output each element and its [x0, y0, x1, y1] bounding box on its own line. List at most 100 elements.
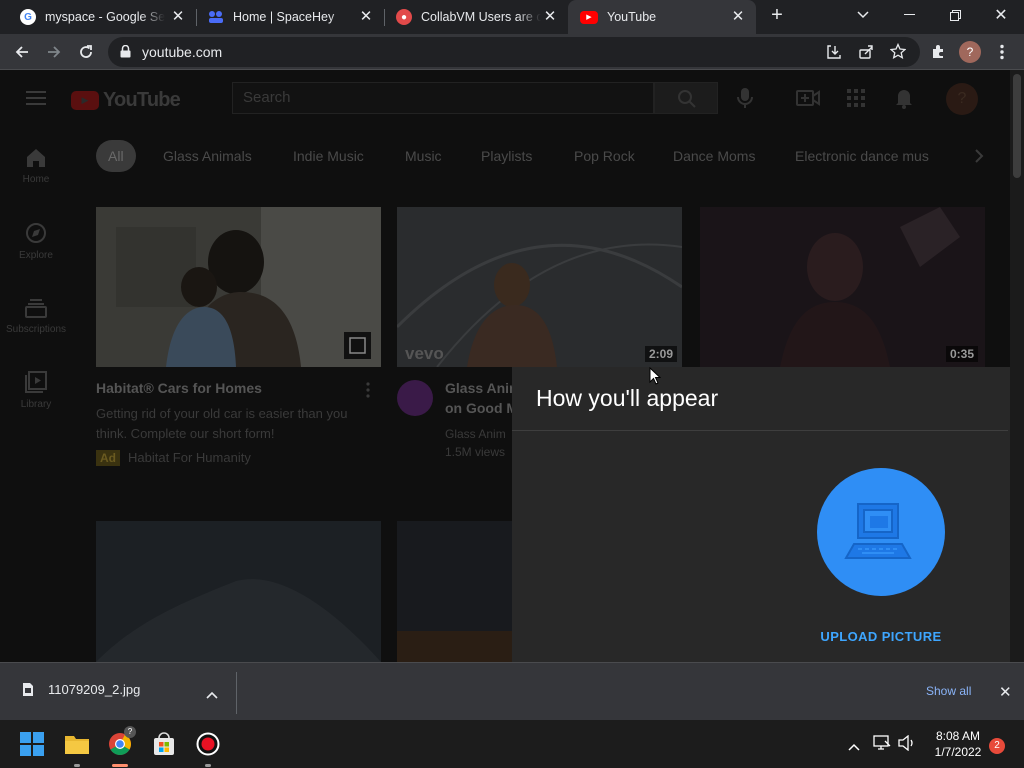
video-thumbnail[interactable] — [96, 207, 381, 367]
video-title[interactable]: Glass Anim — [445, 380, 522, 396]
scrollbar-thumb[interactable] — [1013, 74, 1021, 178]
divider — [236, 672, 237, 714]
sidebar-item-library[interactable]: Library — [0, 371, 72, 410]
store-bag-icon — [154, 732, 174, 755]
tab-title: CollabVM Users are creating — [421, 10, 541, 24]
show-all-button[interactable]: Show all — [926, 684, 971, 698]
channel-avatar[interactable] — [397, 380, 433, 416]
compass-icon — [26, 223, 46, 243]
channel-name[interactable]: Glass Anim — [445, 424, 506, 444]
channel-name[interactable]: Habitat For Humanity — [128, 448, 251, 468]
chip-all[interactable]: All — [96, 140, 136, 172]
view-count: 1.5M views — [445, 445, 506, 459]
chip-indie-music[interactable]: Indie Music — [281, 140, 376, 172]
profile-avatar[interactable]: ? — [956, 38, 984, 66]
tab-spacehey[interactable]: Home | SpaceHey ✕ — [196, 0, 384, 34]
install-icon[interactable] — [826, 44, 842, 65]
sidebar-item-explore[interactable]: Explore — [0, 222, 72, 261]
address-bar[interactable]: youtube.com — [108, 37, 920, 67]
hamburger-menu-icon[interactable] — [26, 90, 46, 111]
sidebar-item-label: Explore — [19, 250, 53, 261]
filter-chips-row: All Glass Animals Indie Music Music Play… — [80, 70, 1010, 182]
tab-search-chevron-icon[interactable] — [840, 0, 886, 30]
system-clock[interactable]: 8:08 AM 1/7/2022 — [928, 728, 988, 760]
video-thumbnail[interactable] — [96, 521, 381, 662]
back-button[interactable] — [8, 38, 36, 66]
tab-google[interactable]: G myspace - Google Search ✕ — [8, 0, 196, 34]
active-app-indicator — [112, 764, 128, 767]
start-button[interactable] — [16, 728, 48, 760]
download-bar: 11079209_2.jpg Show all ✕ — [0, 662, 1024, 720]
microsoft-store-button[interactable] — [148, 728, 180, 760]
windows-logo-icon — [20, 732, 44, 756]
new-tab-button[interactable]: + — [754, 0, 800, 30]
close-icon[interactable]: ✕ — [730, 9, 746, 25]
close-icon[interactable]: ✕ — [542, 9, 558, 25]
chip-electronic-dance-music[interactable]: Electronic dance mus — [783, 140, 933, 172]
file-explorer-button[interactable] — [61, 728, 93, 760]
recorder-app-button[interactable] — [192, 728, 224, 760]
chip-music[interactable]: Music — [393, 140, 454, 172]
close-icon[interactable]: ✕ — [358, 9, 374, 25]
chip-dance-moms[interactable]: Dance Moms — [661, 140, 767, 172]
reload-button[interactable] — [72, 38, 100, 66]
notification-badge[interactable]: 2 — [989, 738, 1005, 754]
close-icon[interactable]: ✕ — [170, 9, 186, 25]
volume-icon[interactable] — [898, 734, 916, 756]
close-icon[interactable]: ✕ — [999, 683, 1012, 701]
close-window-button[interactable]: ✕ — [978, 0, 1024, 30]
extensions-puzzle-icon[interactable] — [924, 38, 952, 66]
ad-badge: Ad — [96, 450, 120, 466]
lock-icon[interactable] — [120, 44, 131, 63]
restore-button[interactable] — [932, 0, 978, 30]
profile-letter: ? — [959, 41, 981, 63]
tab-title: myspace - Google Search — [45, 10, 165, 24]
vevo-badge: vevo — [405, 344, 444, 363]
tab-collabvm[interactable]: ● CollabVM Users are creating ✕ — [384, 0, 568, 34]
sidebar-item-label: Home — [22, 174, 50, 185]
kebab-menu-icon[interactable] — [988, 38, 1016, 66]
video-title[interactable]: on Good M — [445, 400, 518, 416]
upload-picture-button[interactable]: UPLOAD PICTURE — [808, 629, 954, 644]
clock-time: 8:08 AM — [935, 729, 981, 743]
sidebar-item-subscriptions[interactable]: Subscriptions — [0, 298, 72, 335]
chevron-right-icon[interactable] — [974, 148, 984, 169]
subscriptions-icon — [25, 299, 47, 318]
video-title[interactable]: Habitat® Cars for Homes — [96, 380, 262, 396]
sidebar-item-label: Library — [20, 399, 52, 410]
windows-taskbar: ? 8:08 AM 1/7/2022 2 — [0, 720, 1024, 768]
chip-glass-animals[interactable]: Glass Animals — [151, 140, 264, 172]
minimize-button[interactable] — [886, 0, 932, 30]
sidebar-item-label: Subscriptions — [5, 324, 67, 335]
clock-date: 1/7/2022 — [934, 745, 982, 759]
more-options-icon[interactable] — [366, 382, 370, 403]
chevron-up-icon[interactable] — [206, 686, 218, 704]
video-thumbnail[interactable]: vevo — [397, 207, 682, 367]
running-app-indicator — [205, 764, 211, 767]
download-item[interactable]: 11079209_2.jpg — [22, 682, 140, 697]
sidebar-item-home[interactable]: Home — [0, 148, 72, 185]
share-icon[interactable] — [858, 44, 874, 65]
tab-title: Home | SpaceHey — [233, 10, 335, 24]
chip-pop-rock[interactable]: Pop Rock — [562, 140, 647, 172]
bookmark-star-icon[interactable] — [889, 42, 907, 64]
google-icon: G — [20, 9, 36, 25]
file-icon — [23, 683, 33, 696]
video-thumbnail[interactable] — [397, 521, 512, 662]
browser-toolbar: youtube.com ? — [0, 34, 1024, 70]
chrome-profile-badge: ? — [124, 726, 136, 738]
tray-chevron-up-icon[interactable] — [848, 738, 860, 756]
forward-button[interactable] — [40, 38, 68, 66]
chrome-taskbar-button[interactable]: ? — [104, 726, 136, 760]
tab-youtube[interactable]: ▶ YouTube ✕ — [568, 0, 756, 34]
spacehey-icon — [208, 9, 224, 25]
download-filename: 11079209_2.jpg — [48, 682, 141, 697]
network-icon[interactable] — [873, 735, 891, 756]
mouse-cursor-icon — [649, 367, 661, 385]
url-text: youtube.com — [142, 44, 223, 60]
chip-playlists[interactable]: Playlists — [469, 140, 544, 172]
divider — [512, 430, 1008, 431]
channel-avatar-preview[interactable] — [817, 468, 945, 596]
video-thumbnail[interactable] — [700, 207, 985, 367]
profile-dialog: How you'll appear UPLOAD PICTURE — [512, 367, 1010, 662]
